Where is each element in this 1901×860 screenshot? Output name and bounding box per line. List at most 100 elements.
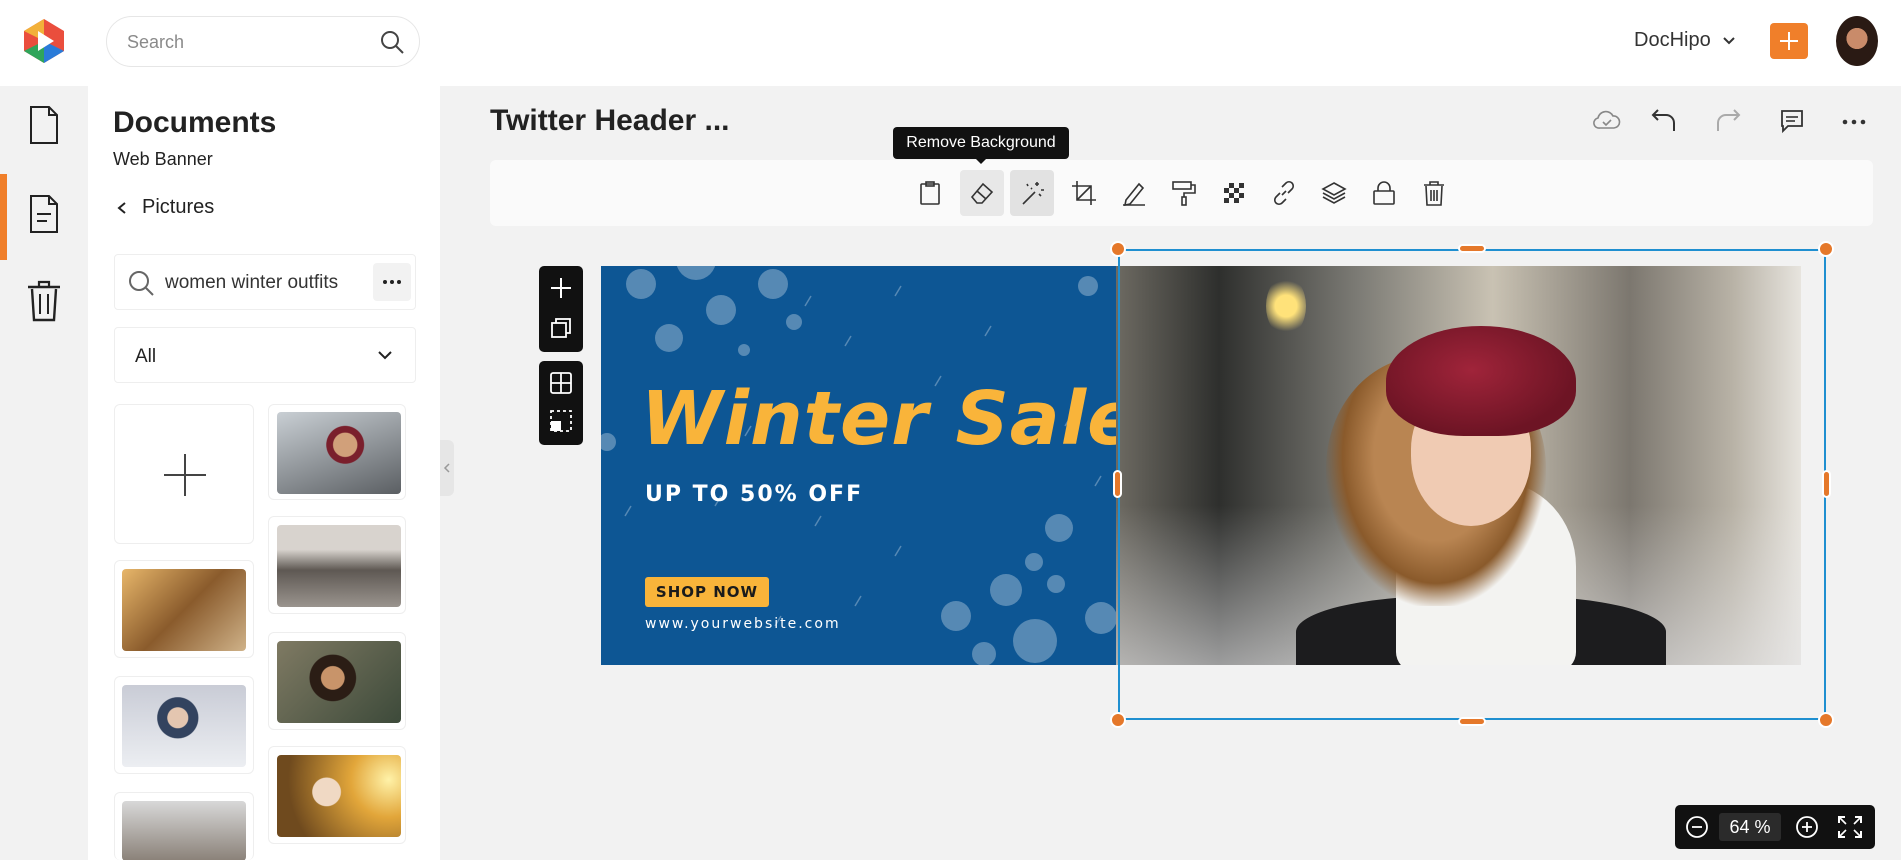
chevron-left-icon: [117, 201, 126, 214]
resize-handle-bottom[interactable]: [1458, 717, 1486, 726]
account-name: DocHipo: [1634, 29, 1711, 51]
chevron-left-icon: [443, 463, 450, 473]
delete-button[interactable]: [1418, 177, 1450, 209]
transparency-icon: [1224, 183, 1244, 203]
add-page-icon[interactable]: [549, 276, 573, 300]
redo-icon[interactable]: [1714, 106, 1742, 134]
file-text-icon: [30, 195, 58, 233]
image-result[interactable]: [268, 632, 406, 730]
banner-subhead[interactable]: UP TO 50% OFF: [645, 482, 863, 507]
resize-handle-left[interactable]: [1113, 470, 1122, 498]
lock-icon: [1373, 181, 1395, 205]
avatar[interactable]: [1836, 16, 1878, 66]
element-toolbar: [490, 160, 1873, 226]
trash-icon: [1424, 181, 1444, 206]
tooltip: Remove Background: [893, 127, 1069, 159]
crop-button[interactable]: [1068, 177, 1100, 209]
picture-search-value: women winter outfits: [165, 272, 339, 293]
layers-button[interactable]: [1318, 177, 1350, 209]
search-input[interactable]: Search: [106, 16, 420, 67]
account-menu[interactable]: DocHipo: [1634, 29, 1736, 52]
edit-button[interactable]: [1118, 177, 1150, 209]
rail-active-indicator: [0, 174, 7, 260]
more-horizontal-icon: [383, 280, 401, 284]
more-options-button[interactable]: [373, 263, 411, 301]
layers-icon: [1321, 182, 1347, 204]
cloud-saved-icon[interactable]: [1592, 108, 1622, 134]
fullscreen-icon[interactable]: [1837, 815, 1863, 839]
panel-title: Documents: [113, 106, 277, 139]
plus-icon: [1780, 32, 1798, 50]
link-icon: [1273, 180, 1295, 206]
comment-icon[interactable]: [1779, 108, 1805, 134]
resize-handle[interactable]: [1818, 241, 1834, 257]
document-title[interactable]: Twitter Header ...: [490, 104, 730, 138]
picture-search-field[interactable]: women winter outfits: [114, 254, 416, 310]
remove-background-button[interactable]: [960, 170, 1004, 216]
paint-roller-icon: [1172, 181, 1196, 206]
resize-handle[interactable]: [1110, 241, 1126, 257]
zoom-control: 64 %: [1675, 805, 1875, 849]
back-label: Pictures: [142, 196, 215, 218]
image-result[interactable]: [114, 676, 254, 774]
more-horizontal-icon[interactable]: [1840, 110, 1868, 134]
clipboard-icon: [920, 181, 940, 205]
banner-headline[interactable]: Winter Sale: [641, 376, 1138, 462]
image-result[interactable]: [114, 560, 254, 658]
resize-handle-right[interactable]: [1822, 470, 1831, 498]
duplicate-page-icon[interactable]: [549, 316, 573, 340]
thumbnail-image: [277, 412, 401, 494]
undo-icon[interactable]: [1650, 106, 1678, 134]
image-result[interactable]: [268, 746, 406, 844]
grid-icon[interactable]: [549, 371, 573, 395]
image-result[interactable]: [268, 404, 406, 500]
image-result[interactable]: [114, 792, 254, 860]
search-icon[interactable]: [379, 29, 405, 55]
thumbnail-image: [122, 685, 246, 767]
search-placeholder: Search: [127, 32, 185, 52]
tooltip-arrow: [975, 158, 987, 164]
pencil-icon: [1123, 182, 1145, 206]
panel-subtitle: Web Banner: [113, 149, 213, 169]
add-image-tile[interactable]: [114, 404, 254, 544]
eraser-icon: [970, 182, 994, 204]
search-icon: [129, 271, 154, 296]
zoom-value[interactable]: 64 %: [1719, 813, 1781, 841]
top-bar: Search DocHipo: [0, 0, 1901, 86]
magic-wand-button[interactable]: [1010, 170, 1054, 216]
rail-trash[interactable]: [26, 280, 62, 327]
trash-icon: [28, 280, 60, 322]
select-area-icon[interactable]: [549, 409, 573, 433]
thumbnail-image: [122, 801, 246, 860]
page-tools: [539, 266, 583, 352]
rail-templates[interactable]: [28, 194, 60, 239]
paste-button[interactable]: [914, 177, 946, 209]
banner-cta-button[interactable]: SHOP NOW: [645, 577, 769, 607]
dochipo-logo[interactable]: [20, 17, 68, 65]
zoom-number: 64: [1729, 817, 1750, 837]
zoom-out-icon[interactable]: [1685, 815, 1709, 839]
zoom-in-icon[interactable]: [1795, 815, 1819, 839]
banner-website[interactable]: www.yourwebsite.com: [645, 616, 841, 632]
plus-icon: [164, 454, 206, 496]
resize-handle[interactable]: [1818, 712, 1834, 728]
resize-handle[interactable]: [1110, 712, 1126, 728]
selection-box: [1118, 249, 1826, 720]
back-button[interactable]: Pictures: [116, 196, 214, 219]
layout-tools: [539, 361, 583, 445]
link-button[interactable]: [1268, 177, 1300, 209]
panel-collapse-handle[interactable]: [440, 440, 454, 496]
crop-icon: [1072, 181, 1096, 205]
rail-documents[interactable]: [28, 105, 60, 150]
filter-select[interactable]: All: [114, 327, 416, 383]
left-rail: [0, 86, 88, 860]
lock-button[interactable]: [1368, 177, 1400, 209]
thumbnail-image: [277, 755, 401, 837]
copy-style-button[interactable]: [1168, 177, 1200, 209]
document-icon: [30, 106, 58, 144]
image-result[interactable]: [268, 516, 406, 614]
thumbnail-image: [277, 641, 401, 723]
resize-handle-top[interactable]: [1458, 244, 1486, 253]
transparency-button[interactable]: [1218, 177, 1250, 209]
add-button[interactable]: [1770, 23, 1808, 59]
